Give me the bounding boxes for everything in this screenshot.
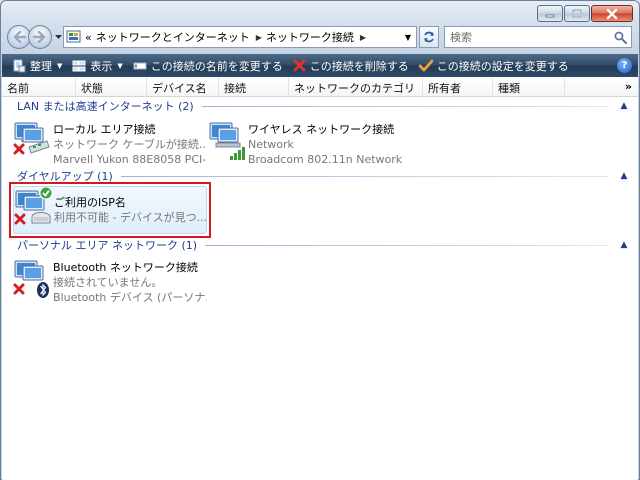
views-icon bbox=[72, 60, 86, 71]
close-button[interactable] bbox=[591, 5, 633, 22]
help-button[interactable]: ? bbox=[617, 58, 632, 73]
connection-device: Broadcom 802.11n Network... bbox=[248, 153, 402, 165]
delete-icon bbox=[293, 59, 306, 72]
network-adapter-icon bbox=[13, 119, 53, 165]
minimize-icon bbox=[545, 14, 555, 17]
connection-name: ローカル エリア接続 bbox=[53, 123, 156, 136]
maximize-button[interactable] bbox=[564, 5, 590, 22]
column-headers: 名前 状態 デバイス名 接続 ネットワークのカテゴリ 所有者 種類 » bbox=[2, 77, 638, 97]
group-title: LAN または高速インターネット (2) bbox=[17, 100, 194, 113]
column-header-device[interactable]: デバイス名 bbox=[147, 77, 219, 96]
connection-item-wireless[interactable]: ワイヤレス ネットワーク接続 Network Broadcom 802.11n … bbox=[208, 119, 402, 165]
delete-connection-label: この接続を削除する bbox=[309, 59, 409, 73]
explorer-window: « ネットワークとインターネット ▶ ネットワーク接続 ▶ ▼ 整理 ▼ 表示 bbox=[0, 0, 640, 480]
group-title: ダイヤルアップ (1) bbox=[17, 170, 113, 183]
more-columns-button[interactable]: » bbox=[619, 77, 638, 96]
connection-item-isp[interactable]: ご利用のISP名 利用不可能 - デバイスが見つ... bbox=[13, 186, 207, 234]
connection-name: ワイヤレス ネットワーク接続 bbox=[248, 123, 395, 136]
dialup-modem-icon bbox=[14, 186, 54, 233]
views-button[interactable]: 表示 ▼ bbox=[72, 58, 123, 74]
search-input[interactable] bbox=[450, 30, 600, 44]
connection-status: Network bbox=[248, 138, 294, 151]
rename-icon bbox=[133, 62, 147, 69]
checkmark-icon bbox=[418, 59, 433, 71]
breadcrumb-network-internet[interactable]: ネットワークとインターネット bbox=[96, 29, 250, 45]
column-header-category[interactable]: ネットワークのカテゴリ bbox=[289, 77, 423, 96]
collapse-icon[interactable]: ▲ bbox=[616, 101, 632, 111]
connection-device: Bluetooth デバイス (パーソナ... bbox=[53, 291, 207, 303]
column-header-status[interactable]: 状態 bbox=[76, 77, 147, 96]
group-title: パーソナル エリア ネットワーク (1) bbox=[17, 239, 198, 252]
column-header-name[interactable]: 名前 bbox=[2, 77, 76, 96]
organize-label: 整理 bbox=[30, 59, 52, 73]
change-settings-button[interactable]: この接続の設定を変更する bbox=[418, 58, 569, 74]
rename-connection-label: この接続の名前を変更する bbox=[150, 59, 283, 73]
column-header-connection[interactable]: 接続 bbox=[219, 77, 289, 96]
maximize-icon bbox=[572, 9, 582, 18]
views-label: 表示 bbox=[90, 59, 113, 73]
forward-button[interactable] bbox=[28, 25, 52, 49]
organize-button[interactable]: 整理 ▼ bbox=[12, 58, 62, 74]
connection-name: ご利用のISP名 bbox=[54, 196, 126, 209]
back-arrow-icon bbox=[13, 31, 26, 43]
wireless-adapter-icon bbox=[208, 119, 248, 165]
bluetooth-adapter-icon bbox=[13, 257, 53, 303]
command-bar: 整理 ▼ 表示 ▼ この接続の名前を変更する この接続を削除する この接続の設定… bbox=[2, 54, 638, 77]
connection-status: 接続されていません。 bbox=[53, 276, 163, 289]
connection-status: 利用不可能 - デバイスが見つ... bbox=[54, 211, 206, 224]
minimize-button[interactable] bbox=[537, 5, 563, 22]
control-panel-icon bbox=[66, 30, 81, 43]
connection-status: ネットワーク ケーブルが接続... bbox=[53, 138, 207, 151]
breadcrumb-network-connections[interactable]: ネットワーク接続 bbox=[266, 29, 354, 45]
collapse-icon[interactable]: ▲ bbox=[616, 171, 632, 181]
group-divider bbox=[201, 105, 608, 107]
connection-device: Marvell Yukon 88E8058 PCI-... bbox=[53, 153, 207, 165]
change-settings-label: この接続の設定を変更する bbox=[436, 59, 569, 73]
connections-list: 名前 状態 デバイス名 接続 ネットワークのカテゴリ 所有者 種類 » LAN … bbox=[2, 77, 638, 480]
connection-item-local-area[interactable]: ローカル エリア接続 ネットワーク ケーブルが接続... Marvell Yuk… bbox=[13, 119, 207, 165]
column-header-type[interactable]: 種類 bbox=[493, 77, 565, 96]
chevron-down-icon: ▼ bbox=[57, 61, 63, 70]
chevron-down-icon: ▼ bbox=[117, 61, 123, 70]
group-divider bbox=[120, 175, 608, 177]
caption-buttons bbox=[537, 5, 633, 22]
collapse-icon[interactable]: ▲ bbox=[616, 240, 632, 250]
column-header-owner[interactable]: 所有者 bbox=[423, 77, 493, 96]
address-dropdown-icon[interactable]: ▼ bbox=[400, 33, 416, 42]
group-header-lan[interactable]: LAN または高速インターネット (2) ▲ bbox=[2, 99, 638, 113]
rename-connection-button[interactable]: この接続の名前を変更する bbox=[133, 58, 283, 74]
organize-icon bbox=[13, 59, 26, 72]
search-icon[interactable] bbox=[614, 31, 627, 44]
group-header-pan[interactable]: パーソナル エリア ネットワーク (1) ▲ bbox=[2, 238, 638, 252]
connection-item-bluetooth[interactable]: Bluetooth ネットワーク接続 接続されていません。 Bluetooth … bbox=[13, 257, 207, 303]
forward-arrow-icon bbox=[33, 31, 46, 43]
refresh-button[interactable] bbox=[419, 26, 439, 48]
breadcrumb-separator-icon[interactable]: ▶ bbox=[360, 33, 366, 42]
navigation-buttons bbox=[7, 25, 64, 49]
group-divider bbox=[205, 244, 608, 246]
breadcrumb-prefix[interactable]: « bbox=[85, 31, 92, 44]
breadcrumb-separator-icon[interactable]: ▶ bbox=[256, 33, 262, 42]
delete-connection-button[interactable]: この接続を削除する bbox=[293, 58, 409, 74]
address-bar[interactable]: « ネットワークとインターネット ▶ ネットワーク接続 ▶ ▼ bbox=[63, 26, 417, 48]
group-header-dialup[interactable]: ダイヤルアップ (1) ▲ bbox=[2, 169, 638, 183]
search-box[interactable] bbox=[444, 26, 632, 48]
close-icon bbox=[606, 8, 618, 19]
chevron-down-icon bbox=[54, 34, 62, 39]
connection-name: Bluetooth ネットワーク接続 bbox=[53, 261, 198, 274]
refresh-icon bbox=[424, 31, 434, 43]
